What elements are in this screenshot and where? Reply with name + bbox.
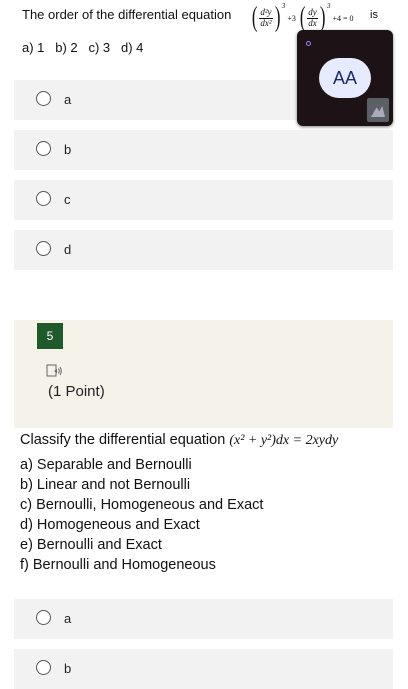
question-number-badge: 5 xyxy=(37,323,63,349)
choice-label: a xyxy=(64,92,72,107)
question-options-line: a) 1 b) 2 c) 3 d) 4 xyxy=(22,40,144,55)
choice-label: b xyxy=(64,142,72,157)
radio-button[interactable] xyxy=(36,241,51,256)
image-thumbnail-icon[interactable] xyxy=(367,98,389,122)
choice-a[interactable]: a xyxy=(14,599,393,639)
eq-exponent: 3 xyxy=(281,2,286,10)
eq-plus: +3 xyxy=(287,13,296,23)
eq-plus: +4 = 0 xyxy=(332,13,354,23)
choice-label: d xyxy=(64,242,72,257)
answer-description: c) Bernoulli, Homogeneous and Exact xyxy=(20,497,264,513)
answer-description: e) Bernoulli and Exact xyxy=(20,537,162,553)
radio-button[interactable] xyxy=(36,91,51,106)
speaker-icon[interactable] xyxy=(46,363,62,379)
answer-description: d) Homogeneous and Exact xyxy=(20,517,200,533)
question-title-text: Classify the differential equation xyxy=(20,432,226,448)
eq-denominator: dx² xyxy=(260,17,272,28)
radio-button[interactable] xyxy=(36,610,51,625)
eq-exponent: 3 xyxy=(327,2,331,10)
answer-description: a) Separable and Bernoulli xyxy=(20,457,192,473)
radio-button[interactable] xyxy=(36,141,51,156)
indicator-dot-icon xyxy=(306,41,311,46)
eq-numerator: d²y xyxy=(259,6,273,19)
radio-button[interactable] xyxy=(36,191,51,206)
question-title-equation: (x² + y²)dx = 2xydy xyxy=(229,433,339,448)
choice-b[interactable]: b xyxy=(14,130,393,170)
eq-denominator: dx xyxy=(308,17,317,28)
question-text: The order of the differential equation xyxy=(22,7,232,22)
choice-c[interactable]: c xyxy=(14,180,393,220)
answer-description: b) Linear and not Bernoulli xyxy=(20,477,191,493)
points-label: (1 Point) xyxy=(48,383,105,400)
text-size-button[interactable]: AA xyxy=(319,58,371,98)
question-suffix: is xyxy=(370,9,378,21)
eq-numerator: dy xyxy=(307,6,318,19)
choice-label: b xyxy=(64,661,72,676)
choice-b[interactable]: b xyxy=(14,649,393,689)
radio-button[interactable] xyxy=(36,660,51,675)
text-size-popup: AA xyxy=(297,30,393,126)
answer-description: f) Bernoulli and Homogeneous xyxy=(20,557,216,573)
choice-d[interactable]: d xyxy=(14,230,393,270)
question-title: Classify the differential equation (x² +… xyxy=(20,432,338,449)
choice-label: a xyxy=(64,611,72,626)
choice-label: c xyxy=(64,192,71,207)
